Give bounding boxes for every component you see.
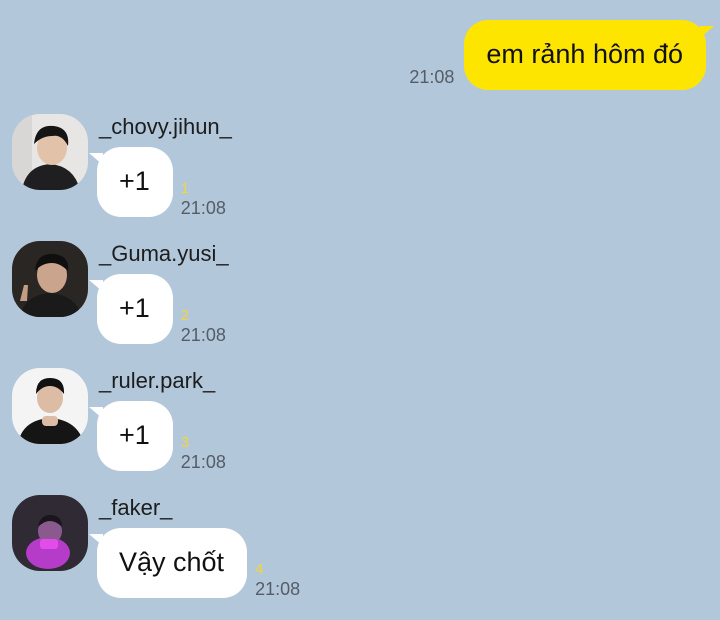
unread-count: 1 <box>180 180 190 197</box>
unread-count: 4 <box>255 561 264 578</box>
sender-name: _Guma.yusi_ <box>99 241 229 266</box>
profile-photo-icon <box>12 495 88 571</box>
avatar[interactable] <box>12 495 88 571</box>
unread-count: 2 <box>180 307 190 324</box>
message-time: 21:08 <box>255 579 301 599</box>
avatar[interactable] <box>12 114 88 190</box>
avatar[interactable] <box>12 368 88 444</box>
sender-name: _chovy.jihun_ <box>99 114 232 139</box>
message-bubble[interactable]: Vậy chốt <box>88 528 248 598</box>
avatar[interactable] <box>12 241 88 317</box>
message-time: 21:08 <box>180 198 226 218</box>
message-bubble[interactable]: +1 <box>89 274 173 344</box>
outgoing-message: 21:08 em rảnh hôm đó <box>409 20 714 90</box>
sender-name: _ruler.park_ <box>99 368 216 393</box>
profile-photo-icon <box>12 114 88 190</box>
outgoing-bubble[interactable]: em rảnh hôm đó <box>464 20 714 90</box>
message-time: 21:08 <box>409 67 455 87</box>
message-time: 21:08 <box>180 325 226 345</box>
message-time: 21:08 <box>180 452 226 472</box>
profile-photo-icon <box>12 241 88 317</box>
chat-area: 21:08 em rảnh hôm đó _chovy.jihun_ +1 1 … <box>0 0 720 620</box>
message-bubble[interactable]: +1 <box>89 147 173 217</box>
message-bubble[interactable]: +1 <box>89 401 173 471</box>
profile-photo-icon <box>12 368 88 444</box>
unread-count: 3 <box>180 434 190 451</box>
sender-name: _faker_ <box>99 495 173 520</box>
